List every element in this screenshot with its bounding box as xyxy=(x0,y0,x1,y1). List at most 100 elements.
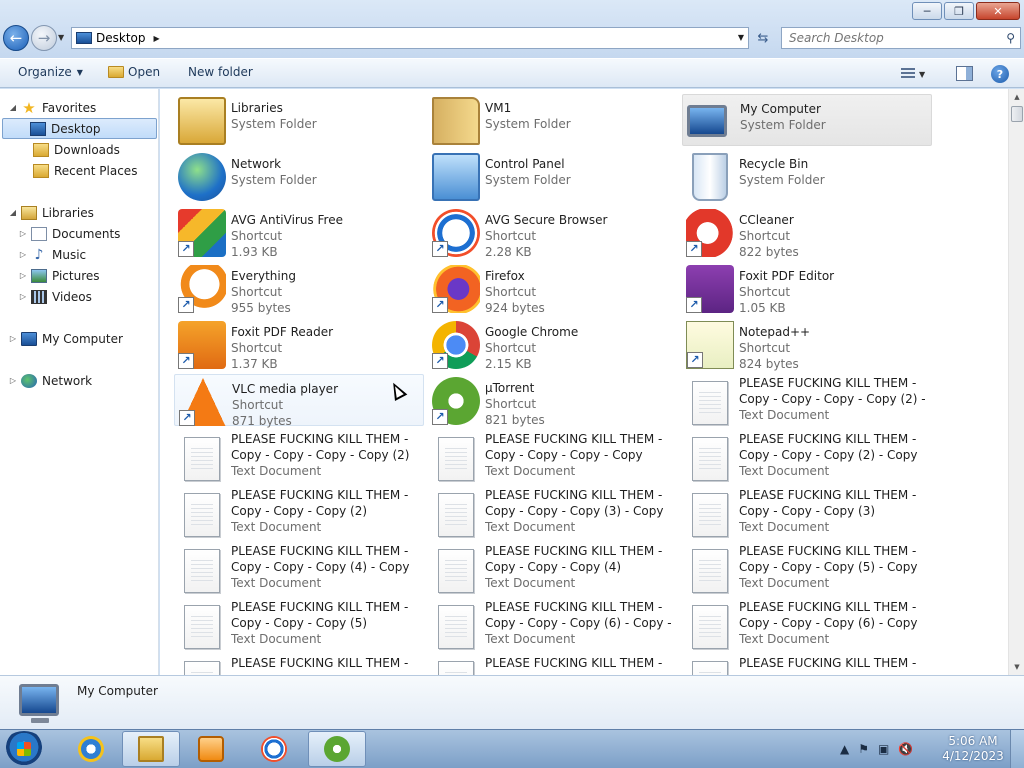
sidebar-item-desktop[interactable]: Desktop xyxy=(2,118,157,139)
shortcut-arrow-icon: ↗ xyxy=(686,241,702,257)
file-item-utorrent[interactable]: ↗ µTorrent Shortcut 821 bytes xyxy=(428,374,678,427)
search-box[interactable]: ⚲ xyxy=(781,27,1021,49)
file-item-chrome[interactable]: ↗ Google Chrome Shortcut 2.15 KB xyxy=(428,318,678,371)
expand-arrow-icon[interactable]: ▷ xyxy=(18,271,28,280)
expand-arrow-icon[interactable]: ◢ xyxy=(8,208,18,217)
file-item-text-document[interactable]: PLEASE FUCKING KILL THEM - xyxy=(428,655,678,675)
item-name: Network xyxy=(231,157,282,171)
expand-arrow-icon[interactable]: ▷ xyxy=(8,376,18,385)
file-item-text-document[interactable]: PLEASE FUCKING KILL THEM - Copy - Copy -… xyxy=(174,599,424,651)
expand-arrow-icon[interactable]: ▷ xyxy=(18,229,28,238)
sidebar-item-label: Network xyxy=(42,373,93,388)
vertical-scrollbar[interactable]: ▲ ▼ xyxy=(1008,89,1024,675)
address-dropdown-icon[interactable]: ▼ xyxy=(738,33,744,42)
file-item-ccleaner[interactable]: ↗ CCleaner Shortcut 822 bytes xyxy=(682,206,932,259)
close-button[interactable]: ✕ xyxy=(976,2,1020,20)
action-center-flag-icon[interactable]: ⚑ xyxy=(858,742,869,756)
view-icon xyxy=(901,68,915,80)
search-icon[interactable]: ⚲ xyxy=(1006,31,1015,45)
file-item-text-document[interactable]: PLEASE FUCKING KILL THEM - xyxy=(174,655,424,675)
organize-button[interactable]: Organize ▼ xyxy=(18,65,83,79)
preview-pane-button[interactable] xyxy=(956,66,973,81)
address-bar[interactable]: Desktop ▶ ▼ xyxy=(71,27,749,49)
file-item-my-computer[interactable]: My Computer System Folder xyxy=(682,94,932,146)
documents-icon xyxy=(31,226,47,241)
file-item-control-panel[interactable]: Control Panel System Folder xyxy=(428,150,678,202)
file-item-vm1[interactable]: VM1 System Folder xyxy=(428,94,678,146)
show-desktop-button[interactable] xyxy=(1010,730,1024,768)
network-icon[interactable]: ▣ xyxy=(878,742,889,756)
sidebar-item-videos[interactable]: ▷ Videos xyxy=(18,286,92,307)
taskbar-utorrent[interactable] xyxy=(308,731,366,767)
taskbar-windows-explorer[interactable] xyxy=(122,731,180,767)
refresh-button[interactable]: ⇆ xyxy=(752,28,774,48)
file-item-text-document[interactable]: PLEASE FUCKING KILL THEM - xyxy=(682,655,932,675)
sidebar-item-documents[interactable]: ▷ Documents xyxy=(18,223,120,244)
show-hidden-icons-button[interactable]: ▲ xyxy=(840,742,849,756)
taskbar-media-player[interactable] xyxy=(182,731,240,767)
search-input[interactable] xyxy=(789,29,1001,47)
back-button[interactable]: ← xyxy=(3,25,29,51)
file-item-text-document[interactable]: PLEASE FUCKING KILL THEM - Copy - Copy -… xyxy=(682,431,932,483)
sidebar-item-my-computer[interactable]: ▷ My Computer xyxy=(8,328,123,349)
item-name: PLEASE FUCKING KILL THEM - xyxy=(739,544,917,558)
file-item-text-document[interactable]: PLEASE FUCKING KILL THEM - Copy - Copy -… xyxy=(428,431,678,483)
clock[interactable]: 5:06 AM 4/12/2023 xyxy=(940,734,1006,764)
file-item-foxit-editor[interactable]: ↗ Foxit PDF Editor Shortcut 1.05 KB xyxy=(682,262,932,315)
scroll-up-button[interactable]: ▲ xyxy=(1009,89,1024,105)
expand-arrow-icon[interactable]: ◢ xyxy=(8,103,18,112)
taskbar-avg-browser[interactable] xyxy=(245,731,303,767)
volume-muted-icon[interactable]: 🔇 xyxy=(898,742,913,756)
item-name: PLEASE FUCKING KILL THEM - xyxy=(231,488,409,502)
new-folder-button[interactable]: New folder xyxy=(188,65,253,79)
open-button[interactable]: Open xyxy=(108,65,160,79)
sidebar-item-pictures[interactable]: ▷ Pictures xyxy=(18,265,100,286)
computer-stand xyxy=(31,718,49,723)
minimize-button[interactable]: ─ xyxy=(912,2,942,20)
breadcrumb-chevron-icon[interactable]: ▶ xyxy=(154,34,160,43)
sidebar-item-libraries[interactable]: ◢ Libraries xyxy=(8,202,94,223)
sidebar-item-downloads[interactable]: Downloads xyxy=(30,139,120,160)
forward-button[interactable]: → xyxy=(31,25,57,51)
expand-arrow-icon[interactable]: ▷ xyxy=(18,250,28,259)
scroll-down-button[interactable]: ▼ xyxy=(1009,659,1024,675)
file-item-text-document[interactable]: PLEASE FUCKING KILL THEM - Copy - Copy -… xyxy=(174,487,424,539)
taskbar-internet-explorer[interactable] xyxy=(62,731,120,767)
scroll-thumb[interactable] xyxy=(1011,106,1023,122)
file-item-avg-browser[interactable]: ↗ AVG Secure Browser Shortcut 2.28 KB xyxy=(428,206,678,259)
file-item-network[interactable]: Network System Folder xyxy=(174,150,424,202)
file-item-everything[interactable]: ↗ Everything Shortcut 955 bytes xyxy=(174,262,424,315)
expand-arrow-icon[interactable]: ▷ xyxy=(8,334,18,343)
file-item-foxit-reader[interactable]: ↗ Foxit PDF Reader Shortcut 1.37 KB xyxy=(174,318,424,371)
file-item-text-document[interactable]: PLEASE FUCKING KILL THEM - Copy - Copy -… xyxy=(682,375,932,427)
help-button[interactable]: ? xyxy=(991,65,1009,83)
sidebar-item-recent-places[interactable]: Recent Places xyxy=(30,160,137,181)
item-name: PLEASE FUCKING KILL THEM - xyxy=(485,600,663,614)
file-item-avg-antivirus[interactable]: ↗ AVG AntiVirus Free Shortcut 1.93 KB xyxy=(174,206,424,259)
file-item-text-document[interactable]: PLEASE FUCKING KILL THEM - Copy - Copy -… xyxy=(174,431,424,483)
file-item-recycle-bin[interactable]: Recycle Bin System Folder xyxy=(682,150,932,202)
file-item-vlc[interactable]: ↗ VLC media player Shortcut 871 bytes xyxy=(174,374,424,428)
recent-pages-button[interactable]: ▼ xyxy=(58,33,64,42)
item-type: Text Document xyxy=(739,576,830,590)
file-item-text-document[interactable]: PLEASE FUCKING KILL THEM - Copy - Copy -… xyxy=(428,543,678,595)
file-item-text-document[interactable]: PLEASE FUCKING KILL THEM - Copy - Copy -… xyxy=(428,599,678,651)
file-item-text-document[interactable]: PLEASE FUCKING KILL THEM - Copy - Copy -… xyxy=(682,599,932,651)
folder-icon xyxy=(138,736,164,762)
item-type: Text Document xyxy=(231,464,322,478)
file-item-libraries[interactable]: Libraries System Folder xyxy=(174,94,424,146)
sidebar-item-favorites[interactable]: ◢ ★ Favorites xyxy=(8,97,96,118)
sidebar-item-music[interactable]: ▷ ♪ Music xyxy=(18,244,86,265)
file-item-firefox[interactable]: ↗ Firefox Shortcut 924 bytes xyxy=(428,262,678,315)
breadcrumb-desktop[interactable]: Desktop xyxy=(96,31,146,45)
maximize-button[interactable]: ❐ xyxy=(944,2,974,20)
file-item-text-document[interactable]: PLEASE FUCKING KILL THEM - Copy - Copy -… xyxy=(682,487,932,539)
change-view-button[interactable]: ▼ xyxy=(901,67,937,81)
start-button[interactable] xyxy=(2,731,46,767)
expand-arrow-icon[interactable]: ▷ xyxy=(18,292,28,301)
file-item-notepad-plus-plus[interactable]: ↗ Notepad++ Shortcut 824 bytes xyxy=(682,318,932,371)
file-item-text-document[interactable]: PLEASE FUCKING KILL THEM - Copy - Copy -… xyxy=(682,543,932,595)
file-item-text-document[interactable]: PLEASE FUCKING KILL THEM - Copy - Copy -… xyxy=(428,487,678,539)
file-item-text-document[interactable]: PLEASE FUCKING KILL THEM - Copy - Copy -… xyxy=(174,543,424,595)
sidebar-item-network[interactable]: ▷ Network xyxy=(8,370,92,391)
